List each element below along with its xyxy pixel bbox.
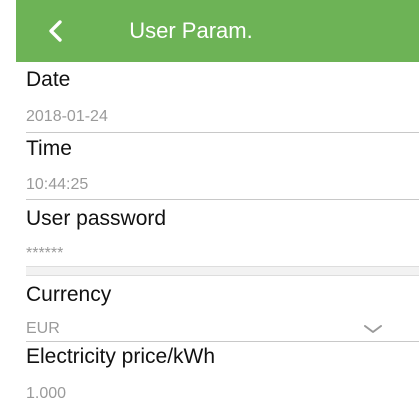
chevron-left-icon [49,20,62,42]
currency-label: Currency [26,283,112,306]
divider [26,341,419,342]
currency-value[interactable]: EUR [26,320,60,338]
electricity-price-value[interactable]: 1.000 [26,385,66,403]
password-field[interactable]: User password ****** [26,207,419,267]
chevron-down-icon [364,325,382,333]
password-value[interactable]: ****** [26,245,63,263]
back-button[interactable] [40,14,74,48]
electricity-price-label: Electricity price/kWh [26,345,216,368]
section-divider [26,266,419,276]
time-label: Time [26,137,72,160]
currency-dropdown-button[interactable] [362,322,384,336]
electricity-price-field[interactable]: Electricity price/kWh 1.000 [26,345,419,406]
currency-field[interactable]: Currency EUR [26,283,419,341]
header-bar: User Param. [16,0,419,62]
password-label: User password [26,207,167,230]
divider [26,199,419,200]
page-title: User Param. [129,18,253,43]
divider [26,132,419,133]
time-field[interactable]: Time 10:44:25 [26,137,419,199]
date-field[interactable]: Date 2018-01-24 [26,68,419,132]
time-value[interactable]: 10:44:25 [26,176,88,194]
date-value[interactable]: 2018-01-24 [26,108,108,126]
date-label: Date [26,68,71,91]
